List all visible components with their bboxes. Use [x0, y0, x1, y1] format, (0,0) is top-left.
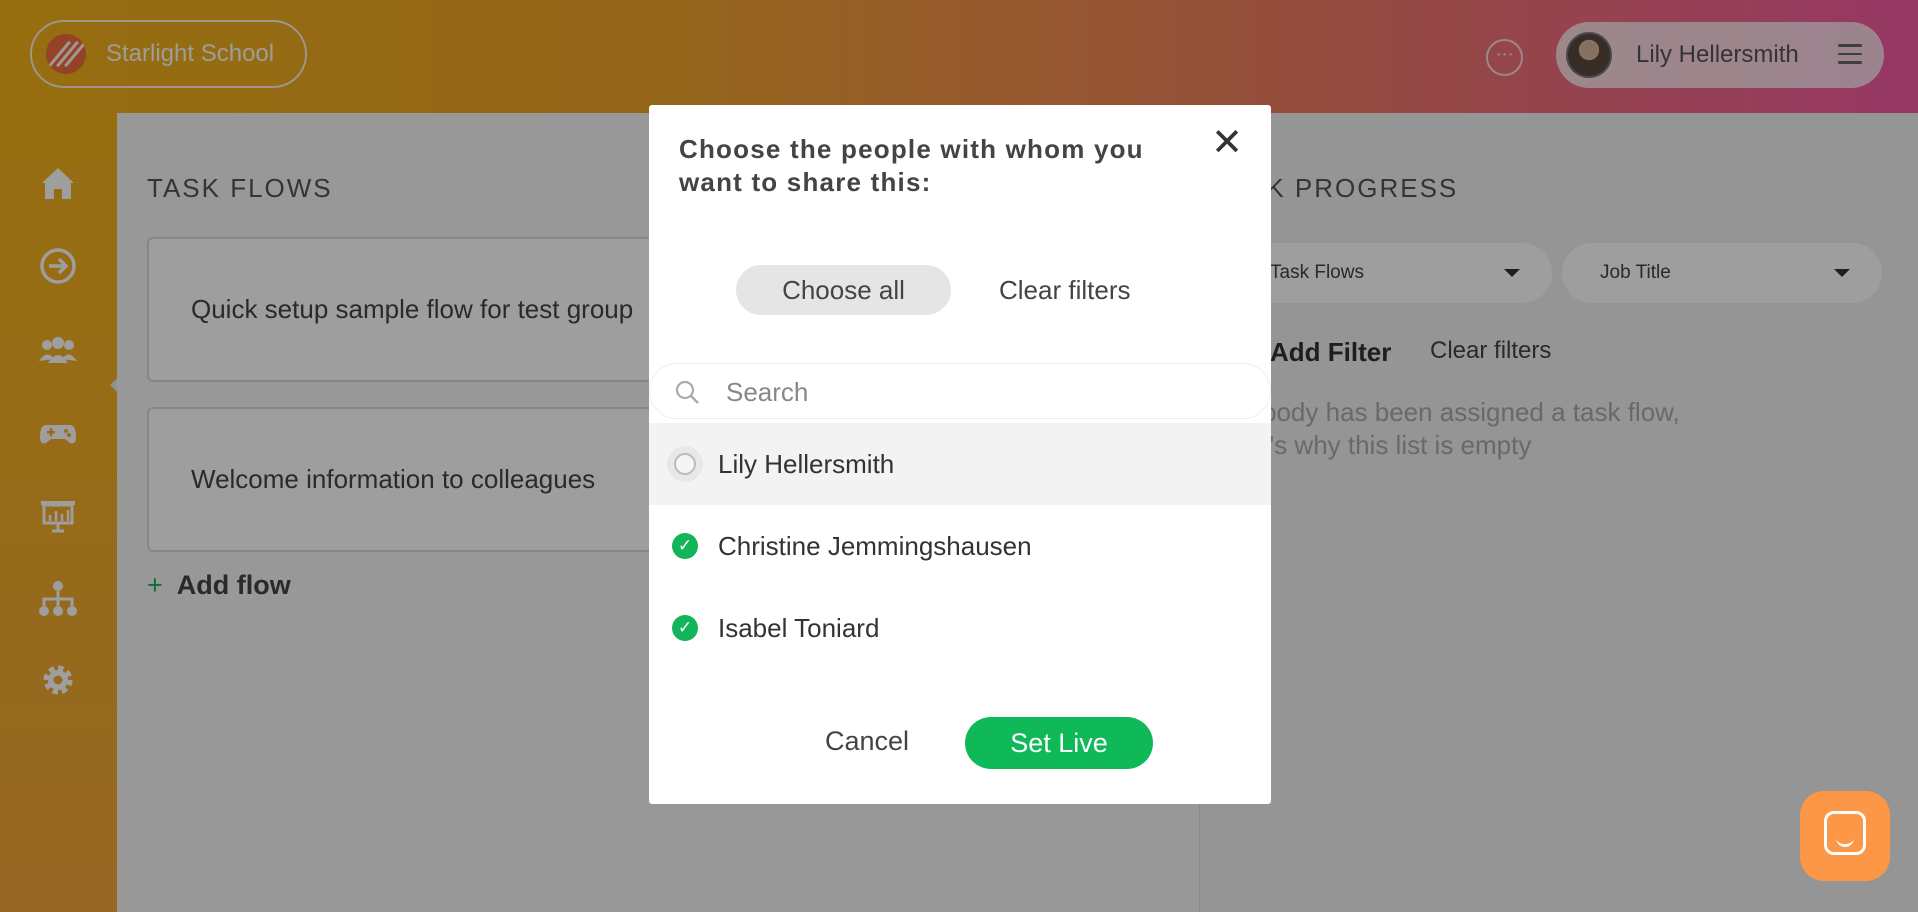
unchecked-radio-icon[interactable]: [667, 446, 703, 482]
chat-icon: [1824, 811, 1866, 855]
person-name: Isabel Toniard: [718, 612, 880, 643]
clear-filters-button[interactable]: Clear filters: [999, 265, 1130, 315]
modal-title: Choose the people with whom you want to …: [679, 134, 1144, 197]
close-icon[interactable]: ✕: [1211, 123, 1243, 163]
list-item[interactable]: Lily Hellersmith: [649, 423, 1271, 505]
search-input[interactable]: Search: [649, 363, 1271, 419]
set-live-button[interactable]: Set Live: [965, 717, 1153, 769]
share-modal: Choose the people with whom you want to …: [649, 105, 1271, 804]
list-item[interactable]: ✓ Christine Jemmingshausen: [649, 505, 1271, 587]
search-icon: [675, 380, 699, 404]
person-name: Lily Hellersmith: [718, 448, 895, 479]
choose-all-button[interactable]: Choose all: [736, 265, 951, 315]
list-item[interactable]: ✓ Isabel Toniard: [649, 587, 1271, 669]
person-name: Christine Jemmingshausen: [718, 530, 1032, 561]
search-placeholder: Search: [726, 377, 809, 407]
check-circle-icon[interactable]: ✓: [672, 533, 698, 559]
check-circle-icon[interactable]: ✓: [672, 615, 698, 641]
help-chat-button[interactable]: [1800, 791, 1890, 881]
cancel-button[interactable]: Cancel: [825, 715, 909, 767]
